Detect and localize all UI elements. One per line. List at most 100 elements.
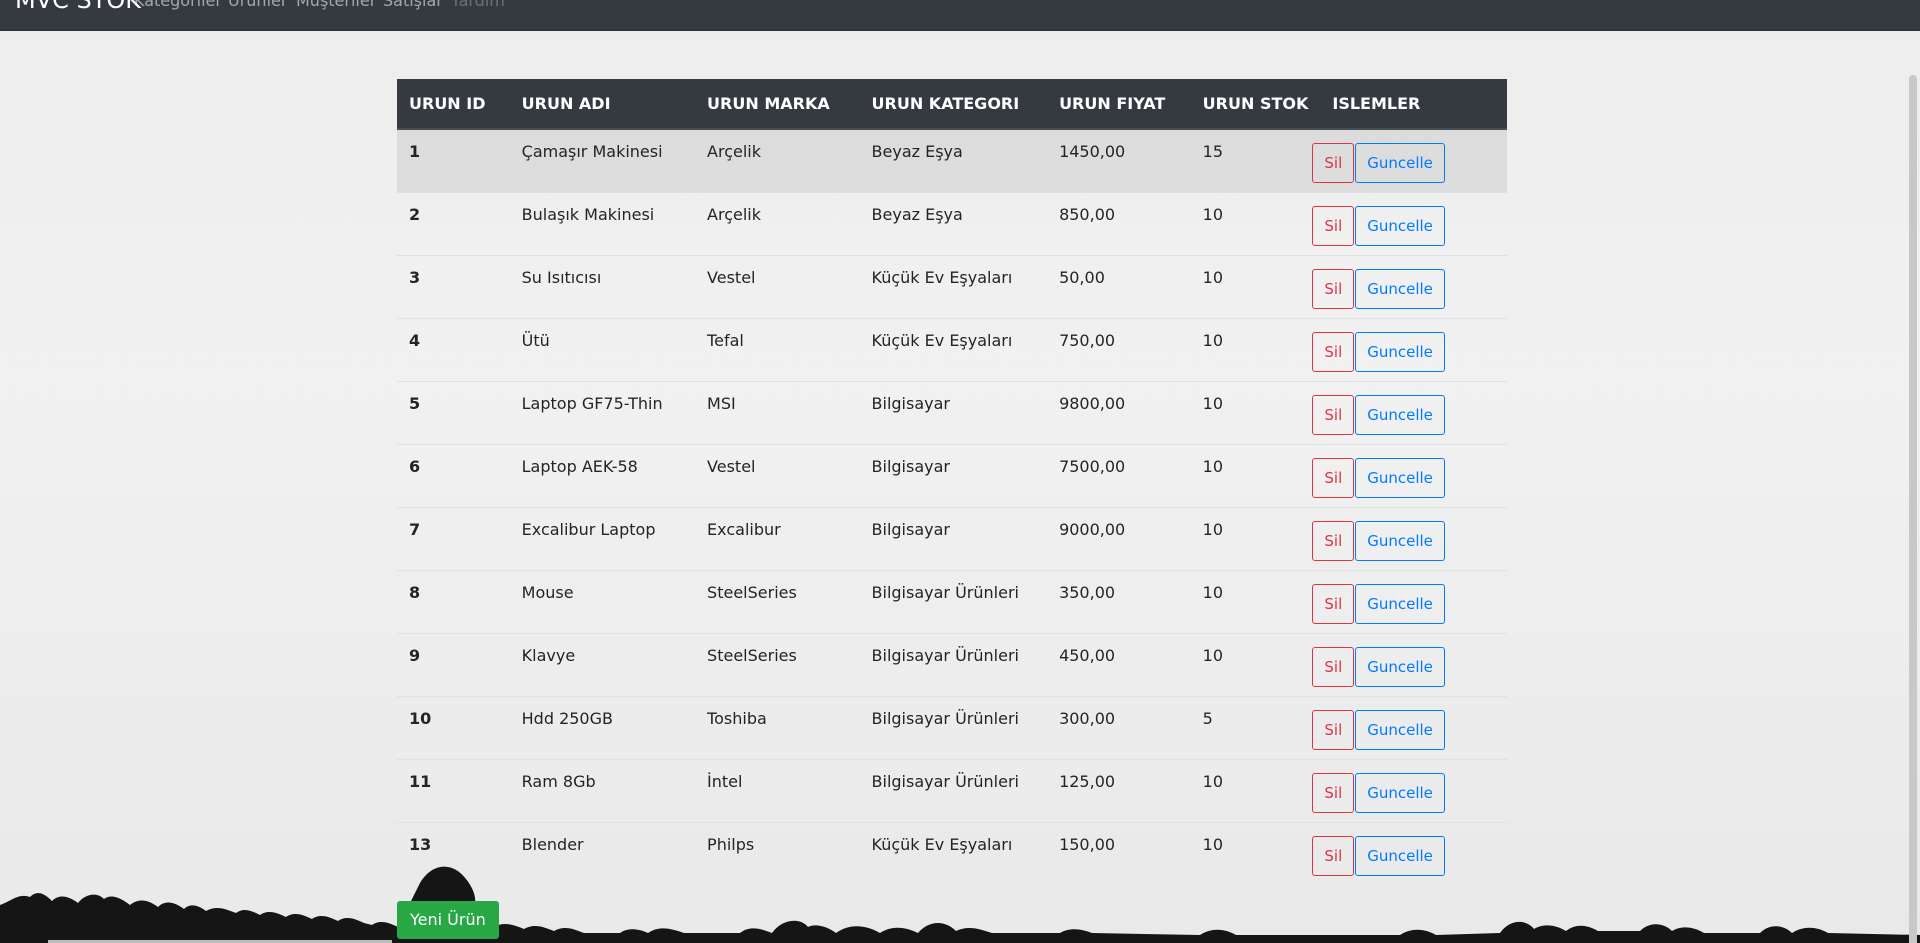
table-row: 13 Blender Philps Küçük Ev Eşyaları 150,… bbox=[397, 821, 1507, 885]
update-button[interactable]: Guncelle bbox=[1355, 331, 1445, 372]
top-navbar: MVC STOK Kategoriler Ürünler Müşteriler … bbox=[0, 0, 1920, 31]
update-button[interactable]: Guncelle bbox=[1355, 520, 1445, 561]
cell-id: 8 bbox=[397, 569, 510, 633]
cell-category: Bilgisayar bbox=[859, 506, 1048, 570]
update-button[interactable]: Guncelle bbox=[1355, 583, 1445, 624]
delete-button[interactable]: Sil bbox=[1312, 268, 1355, 309]
delete-button[interactable]: Sil bbox=[1312, 709, 1355, 750]
table-row: 8 Mouse SteelSeries Bilgisayar Ürünleri … bbox=[397, 569, 1507, 633]
product-table-container: URUN ID URUN ADI URUN MARKA URUN KATEGOR… bbox=[397, 79, 1507, 885]
cell-actions: Sil Guncelle bbox=[1312, 380, 1507, 444]
table-row: 3 Su Isıtıcısı Vestel Küçük Ev Eşyaları … bbox=[397, 254, 1507, 318]
update-button[interactable]: Guncelle bbox=[1355, 835, 1445, 876]
delete-button[interactable]: Sil bbox=[1312, 457, 1355, 498]
cell-brand: Excalibur bbox=[695, 506, 860, 570]
cell-price: 750,00 bbox=[1047, 317, 1191, 381]
new-product-button[interactable]: Yeni Ürün bbox=[397, 901, 499, 939]
delete-button[interactable]: Sil bbox=[1312, 646, 1355, 687]
table-row: 1 Çamaşır Makinesi Arçelik Beyaz Eşya 14… bbox=[397, 129, 1507, 192]
vertical-scrollbar[interactable] bbox=[1903, 29, 1920, 943]
update-button[interactable]: Guncelle bbox=[1355, 709, 1445, 750]
delete-button[interactable]: Sil bbox=[1312, 143, 1355, 183]
cell-stock: 10 bbox=[1190, 821, 1321, 885]
update-button[interactable]: Guncelle bbox=[1355, 394, 1445, 435]
delete-button[interactable]: Sil bbox=[1312, 394, 1355, 435]
cell-stock: 10 bbox=[1190, 317, 1321, 381]
cell-name: Su Isıtıcısı bbox=[509, 254, 696, 318]
cell-brand: Arçelik bbox=[695, 129, 860, 192]
nav-link-kategoriler[interactable]: Kategoriler bbox=[134, 0, 222, 11]
cell-category: Küçük Ev Eşyaları bbox=[859, 821, 1048, 885]
header-urun-stok: URUN STOK bbox=[1190, 79, 1321, 130]
header-urun-id: URUN ID bbox=[397, 79, 510, 130]
cell-brand: SteelSeries bbox=[695, 569, 860, 633]
cell-actions: Sil Guncelle bbox=[1312, 569, 1507, 633]
table-row: 9 Klavye SteelSeries Bilgisayar Ürünleri… bbox=[397, 632, 1507, 696]
cell-brand: Vestel bbox=[695, 443, 860, 507]
cell-price: 125,00 bbox=[1047, 758, 1191, 822]
cell-name: Ram 8Gb bbox=[509, 758, 696, 822]
header-islemler: ISLEMLER bbox=[1320, 79, 1507, 130]
navbar-brand[interactable]: MVC STOK bbox=[15, 0, 141, 16]
cell-actions: Sil Guncelle bbox=[1312, 695, 1507, 759]
product-table: URUN ID URUN ADI URUN MARKA URUN KATEGOR… bbox=[397, 79, 1507, 885]
update-button[interactable]: Guncelle bbox=[1355, 268, 1445, 309]
delete-button[interactable]: Sil bbox=[1312, 331, 1355, 372]
nav-link-yardim[interactable]: Yardım bbox=[451, 0, 505, 11]
cell-category: Küçük Ev Eşyaları bbox=[859, 254, 1048, 318]
header-urun-adi: URUN ADI bbox=[509, 79, 696, 130]
cell-price: 1450,00 bbox=[1047, 129, 1191, 192]
cell-name: Laptop AEK-58 bbox=[509, 443, 696, 507]
cell-actions: Sil Guncelle bbox=[1312, 317, 1507, 381]
cell-category: Bilgisayar bbox=[859, 380, 1048, 444]
nav-link-musteriler[interactable]: Müşteriler bbox=[296, 0, 376, 11]
update-button[interactable]: Guncelle bbox=[1355, 143, 1445, 183]
cell-category: Beyaz Eşya bbox=[859, 191, 1048, 255]
delete-button[interactable]: Sil bbox=[1312, 772, 1355, 813]
cell-id: 2 bbox=[397, 191, 510, 255]
cell-actions: Sil Guncelle bbox=[1312, 758, 1507, 822]
cell-id: 4 bbox=[397, 317, 510, 381]
nav-link-urunler[interactable]: Ürünler bbox=[228, 0, 287, 11]
cell-name: Laptop GF75-Thin bbox=[509, 380, 696, 444]
cell-actions: Sil Guncelle bbox=[1312, 191, 1507, 255]
cell-actions: Sil Guncelle bbox=[1312, 821, 1507, 885]
cell-price: 9800,00 bbox=[1047, 380, 1191, 444]
cell-category: Bilgisayar Ürünleri bbox=[859, 569, 1048, 633]
cell-brand: MSI bbox=[695, 380, 860, 444]
header-urun-marka: URUN MARKA bbox=[695, 79, 860, 130]
cell-actions: Sil Guncelle bbox=[1312, 506, 1507, 570]
update-button[interactable]: Guncelle bbox=[1355, 646, 1445, 687]
cell-id: 11 bbox=[397, 758, 510, 822]
nav-link-satislar[interactable]: Satışlar bbox=[383, 0, 443, 11]
cell-brand: Vestel bbox=[695, 254, 860, 318]
table-row: 10 Hdd 250GB Toshiba Bilgisayar Ürünleri… bbox=[397, 695, 1507, 759]
cell-brand: SteelSeries bbox=[695, 632, 860, 696]
cell-price: 7500,00 bbox=[1047, 443, 1191, 507]
cell-price: 9000,00 bbox=[1047, 506, 1191, 570]
delete-button[interactable]: Sil bbox=[1312, 583, 1355, 624]
header-urun-kategori: URUN KATEGORI bbox=[859, 79, 1048, 130]
table-row: 4 Ütü Tefal Küçük Ev Eşyaları 750,00 10 … bbox=[397, 317, 1507, 381]
update-button[interactable]: Guncelle bbox=[1355, 205, 1445, 246]
cell-name: Mouse bbox=[509, 569, 696, 633]
cell-id: 13 bbox=[397, 821, 510, 885]
cell-category: Bilgisayar Ürünleri bbox=[859, 632, 1048, 696]
delete-button[interactable]: Sil bbox=[1312, 205, 1355, 246]
scrollbar-thumb[interactable] bbox=[1909, 75, 1917, 943]
cell-id: 6 bbox=[397, 443, 510, 507]
update-button[interactable]: Guncelle bbox=[1355, 772, 1445, 813]
cell-category: Beyaz Eşya bbox=[859, 129, 1048, 192]
update-button[interactable]: Guncelle bbox=[1355, 457, 1445, 498]
delete-button[interactable]: Sil bbox=[1312, 835, 1355, 876]
cell-id: 7 bbox=[397, 506, 510, 570]
cell-stock: 10 bbox=[1190, 191, 1321, 255]
table-row: 11 Ram 8Gb İntel Bilgisayar Ürünleri 125… bbox=[397, 758, 1507, 822]
cell-id: 3 bbox=[397, 254, 510, 318]
cell-category: Küçük Ev Eşyaları bbox=[859, 317, 1048, 381]
cell-stock: 10 bbox=[1190, 443, 1321, 507]
delete-button[interactable]: Sil bbox=[1312, 520, 1355, 561]
cell-price: 850,00 bbox=[1047, 191, 1191, 255]
cell-stock: 10 bbox=[1190, 632, 1321, 696]
cell-category: Bilgisayar Ürünleri bbox=[859, 758, 1048, 822]
